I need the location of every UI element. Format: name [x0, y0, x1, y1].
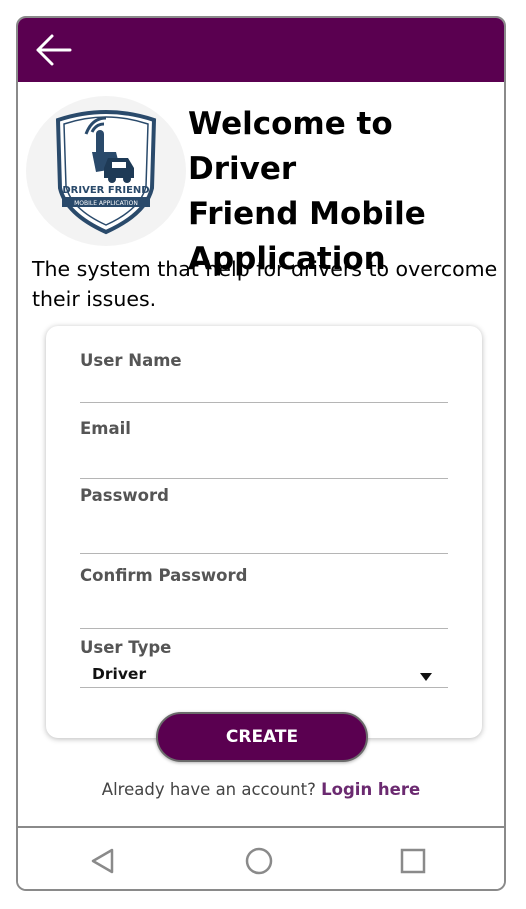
password-input[interactable] [80, 524, 448, 554]
confirm-password-label: Confirm Password [80, 566, 248, 585]
login-link[interactable]: Login here [321, 780, 420, 799]
username-input[interactable] [80, 373, 448, 403]
password-label: Password [80, 486, 169, 505]
circle-home-icon[interactable] [244, 846, 274, 880]
create-button[interactable]: CREATE [156, 712, 368, 762]
arrow-left-icon[interactable] [34, 32, 72, 68]
user-type-label: User Type [80, 638, 172, 657]
confirm-password-input[interactable] [80, 599, 448, 629]
chevron-down-icon [420, 673, 432, 681]
title-line-2: Friend Mobile [188, 196, 426, 232]
email-label: Email [80, 419, 131, 438]
user-type-value: Driver [92, 665, 147, 683]
android-nav-bar [18, 826, 504, 889]
square-recents-icon[interactable] [398, 846, 428, 880]
login-prompt-text: Already have an account? [101, 780, 316, 799]
page-subtitle: The system that help for drivers to over… [32, 257, 498, 311]
email-input[interactable] [80, 449, 448, 479]
triangle-back-icon[interactable] [88, 846, 118, 880]
username-label: User Name [80, 351, 182, 370]
login-prompt-line: Already have an account? Login here [18, 780, 504, 799]
app-logo: DRIVER FRIEND MOBILE APPLICATION [26, 96, 186, 246]
title-line-1: Welcome to Driver [188, 106, 393, 187]
user-type-select[interactable]: Driver [80, 664, 448, 688]
app-bar [18, 18, 504, 82]
phone-frame: DRIVER FRIEND MOBILE APPLICATION Welcome… [16, 16, 506, 891]
logo-subtitle-text: MOBILE APPLICATION [74, 200, 138, 207]
signup-form-card: User Name Email Password Confirm Passwor… [46, 326, 482, 738]
logo-title-text: DRIVER FRIEND [62, 185, 149, 196]
